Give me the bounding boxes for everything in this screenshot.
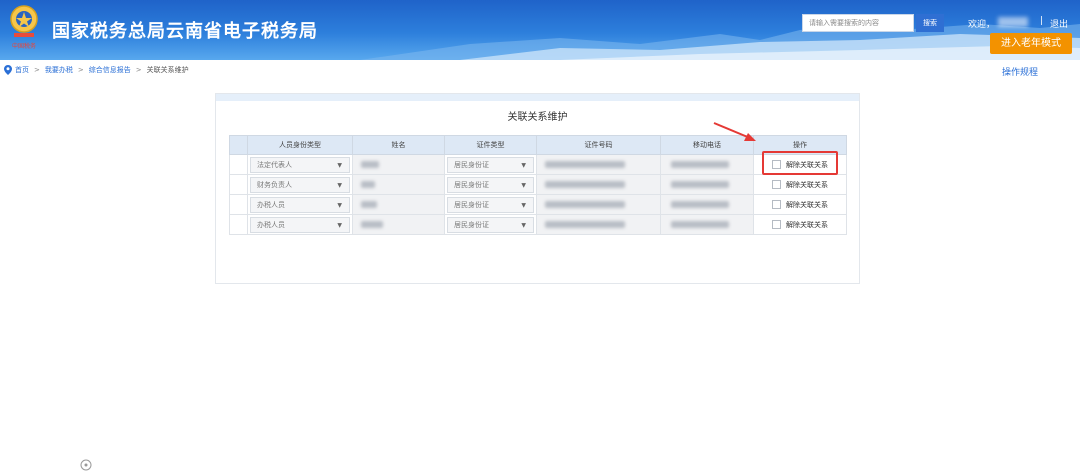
id-number-cell: [537, 155, 660, 174]
chevron-down-icon: ▼: [337, 221, 342, 229]
breadcrumb-separator: >: [77, 66, 84, 74]
id-type-value: 居民身份证: [454, 220, 489, 229]
location-pin-icon: [4, 65, 12, 75]
header-separator: |: [1040, 16, 1044, 26]
watermark-circle-icon: [80, 459, 92, 471]
relation-table: 人员身份类型 姓名 证件类型 证件号码 移动电话 操作 法定代表人 ▼ 居民身份证…: [229, 135, 847, 235]
id-type-select[interactable]: 居民身份证 ▼: [447, 176, 534, 193]
breadcrumb-home[interactable]: 首页: [15, 65, 29, 75]
mobile-cell: [661, 175, 753, 194]
id-number-redacted: [545, 161, 625, 168]
mobile-redacted: [671, 221, 729, 228]
table-row: 财务负责人 ▼ 居民身份证 ▼ 解除关联关系: [229, 174, 847, 195]
search-button[interactable]: 搜索: [916, 14, 944, 32]
mobile-redacted: [671, 161, 729, 168]
name-redacted: [361, 181, 375, 188]
unlink-label: 解除关联关系: [786, 180, 828, 189]
id-number-cell: [537, 215, 660, 234]
logout-link[interactable]: 退出: [1050, 17, 1068, 30]
role-value: 法定代表人: [257, 160, 292, 169]
name-cell: [353, 175, 444, 194]
annotation-highlight-box: [762, 151, 838, 175]
name-cell: [353, 195, 444, 214]
id-number-cell: [537, 175, 660, 194]
name-redacted: [361, 161, 379, 168]
panel-top-bar: [216, 94, 859, 101]
role-select[interactable]: 办税人员 ▼: [250, 216, 350, 233]
operation-rules-link[interactable]: 操作规程: [1002, 65, 1038, 78]
breadcrumb-separator: >: [34, 66, 40, 74]
row-index-cell: [229, 154, 248, 175]
id-type-value: 居民身份证: [454, 200, 489, 209]
column-header-index: [229, 135, 248, 155]
unlink-label: 解除关联关系: [786, 220, 828, 229]
relation-maintenance-panel: 关联关系维护 人员身份类型 姓名 证件类型 证件号码 移动电话 操作 法定代表人…: [215, 93, 860, 284]
column-header-id-type: 证件类型: [444, 135, 537, 155]
column-header-mobile: 移动电话: [660, 135, 754, 155]
name-redacted: [361, 221, 383, 228]
id-number-redacted: [545, 201, 625, 208]
chevron-down-icon: ▼: [337, 201, 342, 209]
unlink-option[interactable]: 解除关联关系: [754, 180, 846, 190]
table-header-row: 人员身份类型 姓名 证件类型 证件号码 移动电话 操作: [229, 135, 847, 155]
role-value: 办税人员: [257, 200, 285, 209]
name-cell: [353, 215, 444, 234]
user-name-redacted: [998, 17, 1028, 27]
chevron-down-icon: ▼: [337, 181, 342, 189]
column-header-id-number: 证件号码: [536, 135, 661, 155]
mobile-redacted: [671, 181, 729, 188]
unlink-option[interactable]: 解除关联关系: [754, 200, 846, 210]
mobile-cell: [661, 155, 753, 174]
site-title: 国家税务总局云南省电子税务局: [52, 21, 318, 42]
search-input[interactable]: [802, 14, 914, 32]
mobile-cell: [661, 215, 753, 234]
name-redacted: [361, 201, 377, 208]
unlink-checkbox[interactable]: [772, 180, 781, 189]
emblem-caption: 中国税务: [12, 42, 36, 50]
role-value: 办税人员: [257, 220, 285, 229]
name-cell: [353, 155, 444, 174]
role-select[interactable]: 法定代表人 ▼: [250, 156, 350, 173]
table-row: 办税人员 ▼ 居民身份证 ▼ 解除关联关系: [229, 194, 847, 215]
chevron-down-icon: ▼: [337, 161, 342, 169]
welcome-text: 欢迎，: [968, 20, 996, 30]
column-header-name: 姓名: [352, 135, 445, 155]
table-row: 办税人员 ▼ 居民身份证 ▼ 解除关联关系: [229, 214, 847, 235]
breadcrumb: 首页 > 我要办税 > 综合信息报告 > 关联关系维护: [4, 65, 189, 75]
unlink-option[interactable]: 解除关联关系: [754, 220, 846, 230]
id-number-cell: [537, 195, 660, 214]
mobile-cell: [661, 195, 753, 214]
tax-emblem-icon: 中国税务: [10, 5, 38, 50]
breadcrumb-separator: >: [135, 66, 142, 74]
role-value: 财务负责人: [257, 180, 292, 189]
id-type-value: 居民身份证: [454, 180, 489, 189]
chevron-down-icon: ▼: [521, 161, 526, 169]
unlink-checkbox[interactable]: [772, 220, 781, 229]
column-header-role: 人员身份类型: [247, 135, 353, 155]
unlink-label: 解除关联关系: [786, 200, 828, 209]
row-index-cell: [229, 214, 248, 235]
elder-mode-button[interactable]: 进入老年模式: [990, 33, 1072, 54]
site-header: 中国税务 国家税务总局云南省电子税务局 搜索 欢迎， | 退出 进入老年模式: [0, 0, 1080, 60]
breadcrumb-tax-services[interactable]: 我要办税: [45, 65, 73, 75]
table-row: 法定代表人 ▼ 居民身份证 ▼ 解除关联关系: [229, 154, 847, 175]
id-number-redacted: [545, 181, 625, 188]
breadcrumb-current: 关联关系维护: [146, 66, 189, 74]
mobile-redacted: [671, 201, 729, 208]
panel-title: 关联关系维护: [507, 112, 568, 123]
unlink-checkbox[interactable]: [772, 200, 781, 209]
role-select[interactable]: 财务负责人 ▼: [250, 176, 350, 193]
chevron-down-icon: ▼: [521, 201, 526, 209]
chevron-down-icon: ▼: [521, 181, 526, 189]
id-type-value: 居民身份证: [454, 160, 489, 169]
id-type-select[interactable]: 居民身份证 ▼: [447, 156, 534, 173]
role-select[interactable]: 办税人员 ▼: [250, 196, 350, 213]
id-number-redacted: [545, 221, 625, 228]
chevron-down-icon: ▼: [521, 221, 526, 229]
row-index-cell: [229, 174, 248, 195]
id-type-select[interactable]: 居民身份证 ▼: [447, 196, 534, 213]
row-index-cell: [229, 194, 248, 215]
id-type-select[interactable]: 居民身份证 ▼: [447, 216, 534, 233]
breadcrumb-info-report[interactable]: 综合信息报告: [89, 65, 131, 75]
